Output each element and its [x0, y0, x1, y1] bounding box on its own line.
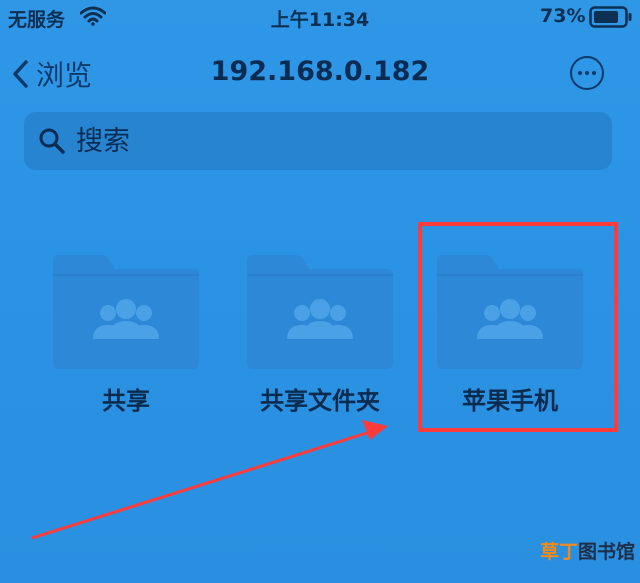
watermark-part2: 图书馆 [578, 541, 636, 563]
watermark-part1: 草丁 [540, 541, 579, 563]
annotation-arrow [31, 420, 388, 540]
watermark: 草丁图书馆 [540, 537, 635, 564]
